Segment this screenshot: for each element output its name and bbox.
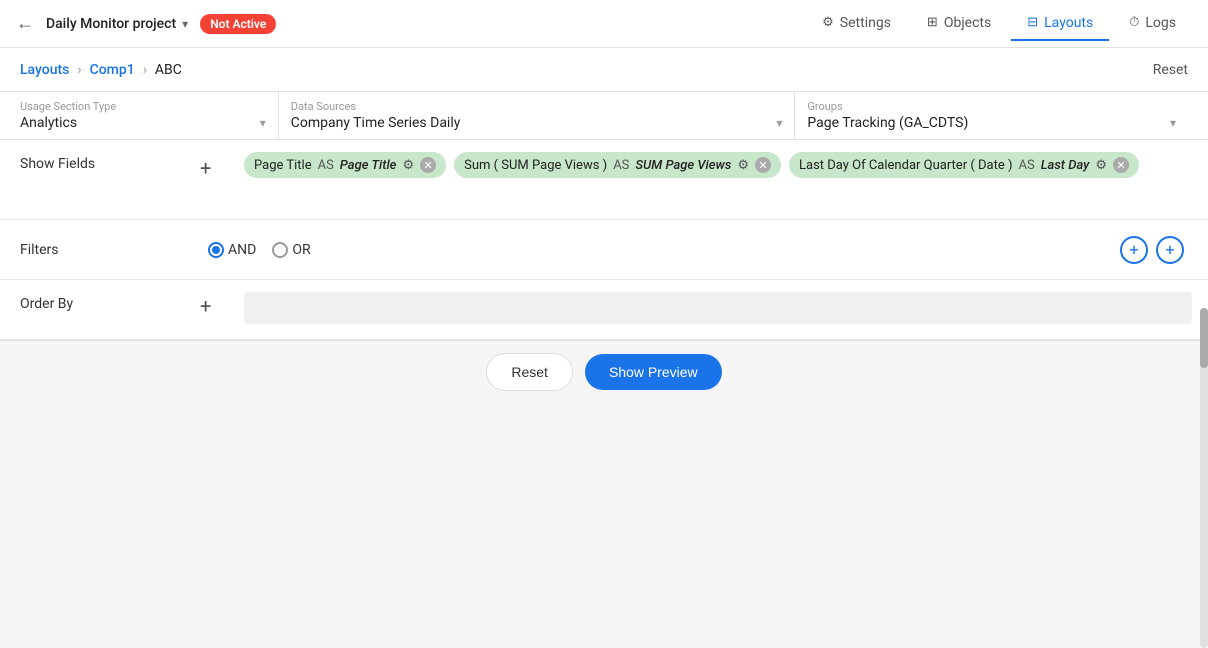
groups-value: Page Tracking (GA_CDTS) bbox=[807, 115, 968, 131]
field-tag-close-1[interactable]: ✕ bbox=[420, 157, 436, 173]
groups-dropdown[interactable]: Groups Page Tracking (GA_CDTS) ▾ bbox=[795, 92, 1188, 139]
layouts-icon: ⊟ bbox=[1027, 15, 1038, 30]
field-tag-page-title: Page Title AS Page Title ⚙ ✕ bbox=[244, 152, 446, 178]
settings-icon: ⚙ bbox=[822, 15, 834, 30]
or-radio-group[interactable]: OR bbox=[272, 242, 310, 258]
tab-objects[interactable]: ⊞ Objects bbox=[911, 7, 1007, 41]
back-button[interactable]: ← bbox=[16, 13, 34, 34]
field-tag-name-2: Sum ( SUM Page Views ) bbox=[464, 158, 607, 173]
reset-button-bottom[interactable]: Reset bbox=[486, 353, 573, 391]
usage-section-arrow: ▾ bbox=[260, 116, 266, 130]
data-sources-value: Company Time Series Daily bbox=[291, 115, 461, 131]
show-preview-button[interactable]: Show Preview bbox=[585, 354, 722, 390]
and-radio-label: AND bbox=[228, 242, 256, 258]
tab-layouts[interactable]: ⊟ Layouts bbox=[1011, 7, 1109, 41]
order-by-section: Order By + bbox=[0, 280, 1208, 340]
and-radio-button[interactable] bbox=[208, 242, 224, 258]
field-tag-gear-2[interactable]: ⚙ bbox=[737, 158, 749, 173]
usage-section-value: Analytics bbox=[20, 115, 77, 131]
filters-content: AND OR + + bbox=[200, 224, 1208, 276]
scrollbar[interactable] bbox=[1200, 308, 1208, 648]
field-tag-alias-2: SUM Page Views bbox=[635, 158, 731, 173]
show-fields-content: Page Title AS Page Title ⚙ ✕ Sum ( SUM P… bbox=[236, 140, 1208, 190]
field-tag-close-3[interactable]: ✕ bbox=[1113, 157, 1129, 173]
order-by-add-button[interactable]: + bbox=[200, 280, 236, 318]
usage-section-type-dropdown[interactable]: Usage Section Type Analytics ▾ bbox=[20, 92, 279, 139]
filters-label: Filters bbox=[0, 226, 200, 274]
field-tag-as-3: AS bbox=[1019, 158, 1035, 173]
groups-label: Groups bbox=[807, 100, 1176, 113]
logs-icon: ⏱ bbox=[1129, 15, 1139, 30]
and-radio-group[interactable]: AND bbox=[208, 242, 256, 258]
project-chevron: ▾ bbox=[182, 17, 188, 31]
project-name: Daily Monitor project bbox=[46, 16, 176, 32]
scrollbar-thumb[interactable] bbox=[1200, 308, 1208, 368]
field-tag-last-day: Last Day Of Calendar Quarter ( Date ) AS… bbox=[789, 152, 1139, 178]
or-radio-label: OR bbox=[292, 242, 310, 258]
filter-add-button-2[interactable]: + bbox=[1156, 236, 1184, 264]
breadcrumb-bar: Layouts › Comp1 › ABC Reset bbox=[0, 48, 1208, 92]
or-radio-button[interactable] bbox=[272, 242, 288, 258]
field-tag-close-2[interactable]: ✕ bbox=[755, 157, 771, 173]
top-nav: ← Daily Monitor project ▾ Not Active ⚙ S… bbox=[0, 0, 1208, 48]
show-fields-add-button[interactable]: + bbox=[200, 140, 236, 180]
filter-add-buttons: + + bbox=[1120, 236, 1200, 264]
breadcrumb-sep-2: › bbox=[143, 62, 147, 78]
filter-add-button-1[interactable]: + bbox=[1120, 236, 1148, 264]
show-fields-label: Show Fields bbox=[0, 140, 200, 188]
field-tag-name-3: Last Day Of Calendar Quarter ( Date ) bbox=[799, 158, 1012, 173]
content-wrapper: Show Fields + Page Title AS Page Title ⚙… bbox=[0, 140, 1208, 340]
tab-settings[interactable]: ⚙ Settings bbox=[806, 7, 907, 41]
groups-arrow: ▾ bbox=[1170, 116, 1176, 130]
bottom-bar: Reset Show Preview bbox=[0, 340, 1208, 403]
filters-section: Filters AND OR + + bbox=[0, 220, 1208, 280]
reset-button-top[interactable]: Reset bbox=[1153, 62, 1188, 78]
field-tag-gear-1[interactable]: ⚙ bbox=[402, 158, 414, 173]
breadcrumb-abc: ABC bbox=[155, 62, 182, 78]
field-tag-alias-1: Page Title bbox=[340, 158, 397, 173]
order-by-label: Order By bbox=[0, 280, 200, 328]
data-sources-dropdown[interactable]: Data Sources Company Time Series Daily ▾ bbox=[279, 92, 796, 139]
field-tag-as-1: AS bbox=[318, 158, 334, 173]
tab-logs[interactable]: ⏱ Logs bbox=[1113, 7, 1192, 41]
data-sources-label: Data Sources bbox=[291, 100, 783, 113]
field-tag-alias-3: Last Day bbox=[1041, 158, 1090, 173]
data-sources-arrow: ▾ bbox=[776, 116, 782, 130]
objects-icon: ⊞ bbox=[927, 15, 938, 30]
order-by-content bbox=[236, 280, 1208, 336]
breadcrumb-comp1[interactable]: Comp1 bbox=[90, 62, 135, 78]
nav-tabs: ⚙ Settings ⊞ Objects ⊟ Layouts ⏱ Logs bbox=[806, 7, 1192, 41]
breadcrumb-sep-1: › bbox=[77, 62, 81, 78]
field-tag-as-2: AS bbox=[613, 158, 629, 173]
status-badge[interactable]: Not Active bbox=[200, 14, 276, 34]
field-tag-sum-page-views: Sum ( SUM Page Views ) AS SUM Page Views… bbox=[454, 152, 781, 178]
field-tag-name-1: Page Title bbox=[254, 158, 312, 173]
field-tag-gear-3[interactable]: ⚙ bbox=[1095, 158, 1107, 173]
usage-section-label: Usage Section Type bbox=[20, 100, 266, 113]
project-selector[interactable]: Daily Monitor project ▾ bbox=[46, 16, 188, 32]
show-fields-section: Show Fields + Page Title AS Page Title ⚙… bbox=[0, 140, 1208, 220]
breadcrumb-layouts[interactable]: Layouts bbox=[20, 62, 69, 78]
section-type-row: Usage Section Type Analytics ▾ Data Sour… bbox=[0, 92, 1208, 140]
order-by-line bbox=[244, 292, 1192, 324]
